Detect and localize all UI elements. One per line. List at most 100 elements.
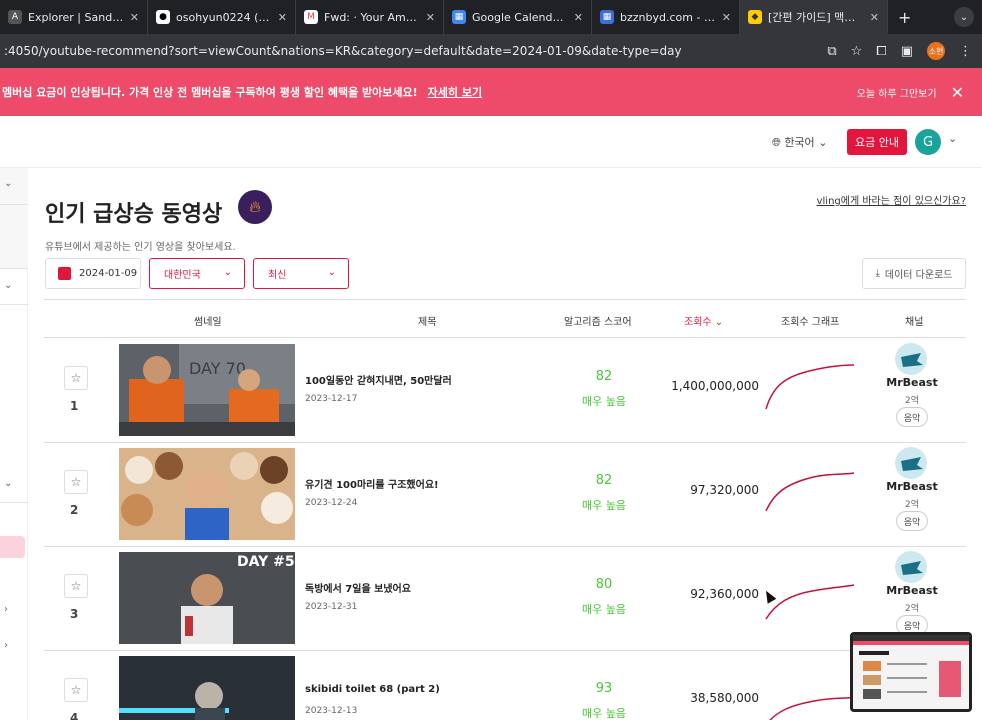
chevron-down-icon: ⌄ [818,136,828,149]
sidebar: ⌄ ⌄ ⌄ › › [0,168,28,720]
close-tab-icon[interactable]: ✕ [722,11,731,24]
col-score[interactable]: 알고리즘 스코어 [564,313,632,328]
video-thumbnail[interactable] [119,656,295,720]
fire-icon: 🔥︎ [238,190,272,224]
table-row[interactable]: ☆ 4 skibidi toilet 68 (part 2) 2023-12-1… [44,651,966,720]
category-badge: 음악 [896,407,928,427]
banner-details-link[interactable]: 자세히 보기 [428,84,482,100]
date-filter[interactable]: 2024-01-09 [45,258,141,289]
browser-tab-active[interactable]: ◆ [간편 가이드] 맥북 화면 ✕ [740,0,888,34]
chevron-down-icon: ⌄ [327,267,336,278]
chevron-down-icon[interactable]: ⌄ [4,178,12,189]
category-badge: 음악 [896,511,928,531]
profile-avatar[interactable]: 소현 [927,42,945,60]
video-thumbnail[interactable]: DAY 70 [119,344,295,436]
close-tab-icon[interactable]: ✕ [870,11,879,24]
tab-search-icon[interactable]: ⌄ [954,7,974,27]
feedback-link[interactable]: vling에게 바라는 점이 있으신가요? [817,192,966,207]
score-label: 매우 높음 [582,499,626,512]
browser-tab[interactable]: ▦ bzznbyd.com - Cale ✕ [592,0,740,34]
algorithm-score: 82 [595,473,613,488]
col-channel: 채널 [905,317,924,328]
page-subtitle: 유튜브에서 제공하는 인기 영상을 찾아보세요. [45,242,236,253]
channel-name[interactable]: MrBeast [872,480,952,493]
chevron-right-icon[interactable]: › [4,640,8,651]
algorithm-score: 80 [595,577,613,592]
chevron-right-icon[interactable]: › [4,604,8,615]
main-content: 인기 급상승 동영상 🔥︎ vling에게 바라는 점이 있으신가요? 유튜브에… [28,168,982,720]
chevron-down-icon[interactable]: ⌄ [948,132,957,145]
download-data-button[interactable]: ⤓ 데이터 다운로드 [862,258,966,289]
channel-name[interactable]: MrBeast [872,584,952,597]
menu-kebab-icon[interactable]: ⋮ [959,44,972,59]
star-icon[interactable]: ☆ [64,470,88,494]
rank-number: 2 [70,503,79,517]
chevron-down-icon: ⌄ [714,317,724,328]
video-title[interactable]: skibidi toilet 68 (part 2) [305,684,440,695]
gmail-icon: M [304,10,318,24]
col-title: 제목 [418,317,437,328]
banner-dismiss-today[interactable]: 오늘 하루 그만보기 [857,85,937,100]
video-thumbnail[interactable] [119,448,295,540]
tab-title: osohyun0224 (오소현 [176,11,272,24]
codesandbox-icon: A [8,10,22,24]
channel-logo[interactable] [895,343,927,375]
language-label: 한국어 [784,136,815,149]
download-label: 데이터 다운로드 [884,270,953,281]
bookmark-star-icon[interactable]: ☆ [851,44,863,59]
video-title[interactable]: 100일동안 갇혀지내면, 50만달러 [305,372,452,387]
calendar-icon: ▦ [600,10,614,24]
star-icon[interactable]: ☆ [64,574,88,598]
globe-icon: 🌐︎ [772,136,781,149]
extensions-icon[interactable]: ⧠ [876,44,886,59]
category-dropdown[interactable]: 최신 ⌄ [253,258,349,289]
video-date: 2023-12-31 [305,602,358,612]
pricing-button[interactable]: 요금 안내 [847,129,907,155]
user-avatar[interactable]: G [915,129,941,155]
video-title[interactable]: 독방에서 7일을 보냈어요 [305,580,411,595]
recording-preview-thumbnail[interactable] [850,632,972,712]
sidebar-item-selected[interactable] [0,536,25,558]
chevron-down-icon[interactable]: ⌄ [4,478,12,489]
video-thumbnail[interactable]: DAY #5 [119,552,295,644]
tab-title: [간편 가이드] 맥북 화면 [768,11,864,24]
views-sparkline [769,696,855,720]
tab-title: bzznbyd.com - Cale [620,10,716,24]
views-sparkline [765,364,855,410]
browser-tab[interactable]: ▦ Google Calendar - W ✕ [444,0,592,34]
url-field[interactable]: :4050/youtube-recommend?sort=viewCount&n… [0,44,827,58]
col-views-label: 조회수 [684,317,712,328]
nation-value: 대한민국 [164,270,201,281]
score-label: 매우 높음 [582,707,626,720]
browser-tab[interactable]: M Fwd: · Your Amplif ✕ [296,0,444,34]
close-tab-icon[interactable]: ✕ [130,11,139,24]
install-app-icon[interactable]: ⧉ [827,44,836,59]
language-selector[interactable]: 🌐︎ 한국어 ⌄ [772,134,827,150]
sidebar-divider [0,304,28,305]
close-tab-icon[interactable]: ✕ [574,11,583,24]
browser-tab[interactable]: A Explorer | Sandbox | ✕ [0,0,148,34]
close-tab-icon[interactable]: ✕ [426,11,435,24]
table-row[interactable]: ☆ 3 DAY #5 독방에서 7일을 보냈어요 2023-12-31 80 매… [44,547,966,651]
channel-name[interactable]: MrBeast [872,376,952,389]
new-tab-button[interactable]: + [898,8,911,27]
video-title[interactable]: 유기견 100마리를 구조했어요! [305,476,439,491]
guide-icon: ◆ [748,10,762,24]
table-row[interactable]: ☆ 1 DAY 70 100일동안 갇혀지내면, 50만달러 2023-12-1… [44,339,966,443]
table-row[interactable]: ☆ 2 유기견 100마리를 구조했어요! 2023-12-24 82 매우 높… [44,443,966,547]
star-icon[interactable]: ☆ [64,678,88,702]
col-views-sorted[interactable]: 조회수 ⌄ [684,313,723,328]
nation-dropdown[interactable]: 대한민국 ⌄ [149,258,245,289]
channel-logo[interactable] [895,551,927,583]
video-date: 2023-12-17 [305,394,358,404]
col-thumbnail: 썸네일 [194,317,222,328]
chevron-down-icon[interactable]: ⌄ [4,280,12,291]
tab-title: Explorer | Sandbox | [28,10,124,24]
browser-tab[interactable]: ● osohyun0224 (오소현 ✕ [148,0,296,34]
star-icon[interactable]: ☆ [64,366,88,390]
close-icon[interactable]: ✕ [951,83,964,102]
channel-logo[interactable] [895,447,927,479]
views-sparkline [765,472,855,512]
sidepanel-icon[interactable]: ▣ [901,44,913,59]
close-tab-icon[interactable]: ✕ [278,11,287,24]
